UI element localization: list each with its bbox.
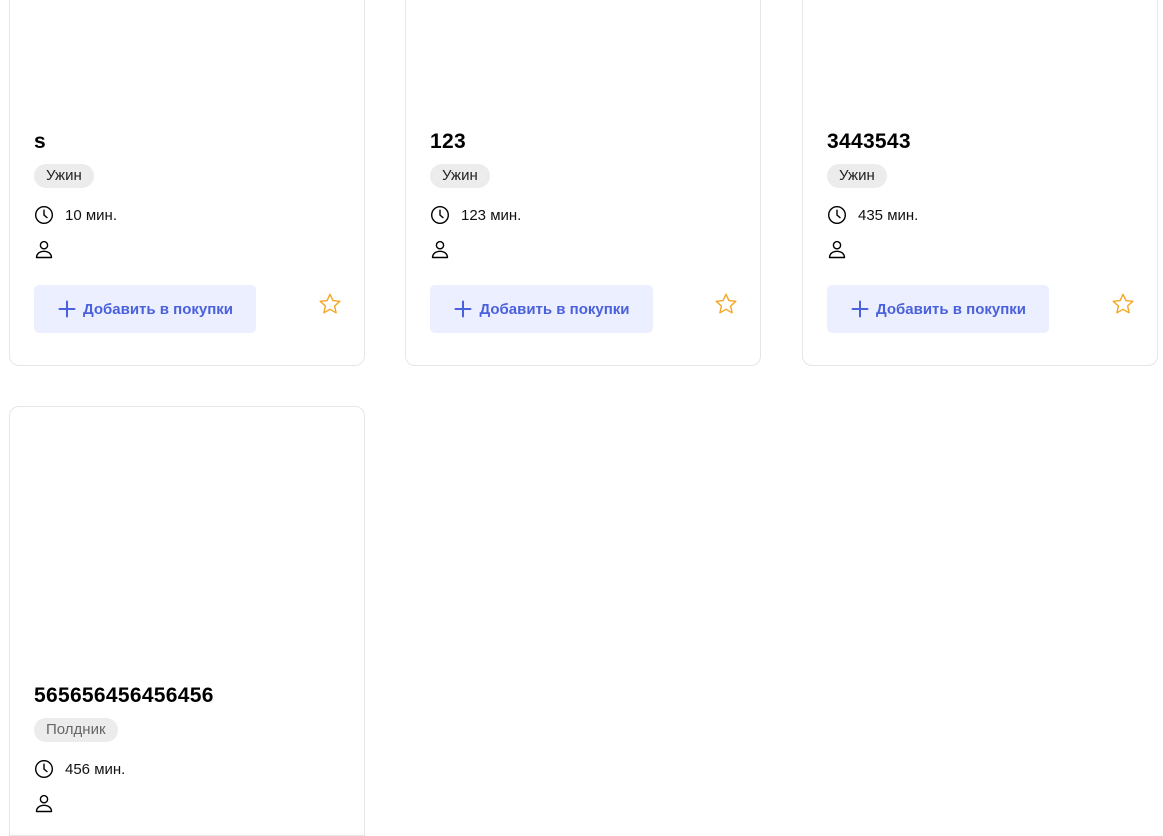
- cook-time: 123 мин.: [430, 205, 736, 225]
- clock-icon: [827, 205, 847, 225]
- recipe-tag: Полдник: [34, 718, 118, 742]
- add-to-shopping-label: Добавить в покупки: [479, 300, 630, 318]
- user-icon: [827, 239, 847, 259]
- recipe-title[interactable]: 565656456456456: [34, 684, 340, 708]
- author: [34, 793, 340, 813]
- recipe-tag: Ужин: [430, 164, 490, 188]
- recipe-card[interactable]: 123 Ужин 123 мин. Добавить в покупки: [405, 0, 761, 366]
- add-to-shopping-label: Добавить в покупки: [875, 300, 1027, 318]
- favorite-star-button[interactable]: [714, 292, 738, 316]
- author: [34, 239, 340, 259]
- plus-icon: [453, 299, 473, 319]
- cook-time-value: 456 мин.: [65, 760, 126, 778]
- cook-time: 456 мин.: [34, 759, 340, 779]
- add-to-shopping-label: Добавить в покупки: [82, 300, 234, 318]
- recipe-card[interactable]: s Ужин 10 мин. Добавить в покупки: [9, 0, 365, 366]
- plus-icon: [850, 299, 870, 319]
- clock-icon: [430, 205, 450, 225]
- clock-icon: [34, 759, 54, 779]
- cook-time-value: 10 мин.: [65, 206, 117, 224]
- clock-icon: [34, 205, 54, 225]
- star-icon: [714, 292, 738, 316]
- cook-time-value: 123 мин.: [461, 206, 522, 224]
- recipe-card[interactable]: 3443543 Ужин 435 мин. Добавить в покупки: [802, 0, 1158, 366]
- cook-time-value: 435 мин.: [858, 206, 919, 224]
- recipe-tag: Ужин: [34, 164, 94, 188]
- user-icon: [34, 239, 54, 259]
- recipe-card[interactable]: 565656456456456 Полдник 456 мин.: [9, 406, 365, 836]
- user-icon: [34, 793, 54, 813]
- recipe-tag: Ужин: [827, 164, 887, 188]
- add-to-shopping-button[interactable]: Добавить в покупки: [34, 285, 256, 333]
- user-icon: [430, 239, 450, 259]
- author: [827, 239, 1133, 259]
- favorite-star-button[interactable]: [1111, 292, 1135, 316]
- star-icon: [1111, 292, 1135, 316]
- recipe-title[interactable]: 123: [430, 130, 736, 154]
- recipe-title[interactable]: 3443543: [827, 130, 1133, 154]
- recipe-title[interactable]: s: [34, 130, 340, 154]
- cook-time: 10 мин.: [34, 205, 340, 225]
- add-to-shopping-button[interactable]: Добавить в покупки: [430, 285, 653, 333]
- add-to-shopping-button[interactable]: Добавить в покупки: [827, 285, 1049, 333]
- plus-icon: [57, 299, 77, 319]
- cook-time: 435 мин.: [827, 205, 1133, 225]
- favorite-star-button[interactable]: [318, 292, 342, 316]
- star-icon: [318, 292, 342, 316]
- author: [430, 239, 736, 259]
